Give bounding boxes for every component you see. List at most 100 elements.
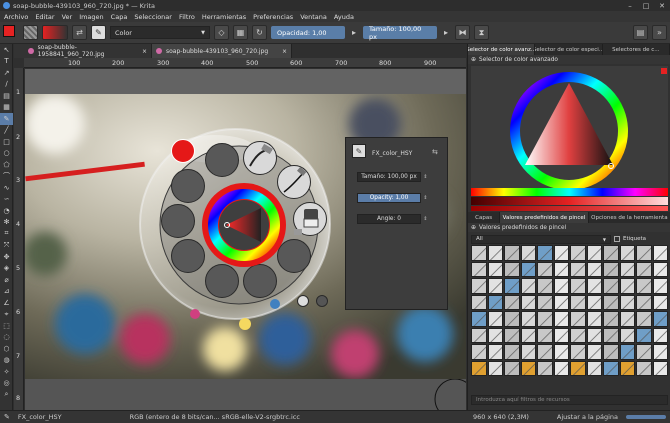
brush-preset-item[interactable] [652, 311, 668, 327]
menu-ventana[interactable]: Ventana [300, 13, 327, 21]
brush-preset-item[interactable] [603, 245, 619, 261]
brush-preset-item[interactable] [504, 360, 520, 376]
recent-color-red[interactable] [171, 139, 195, 163]
brush-preset-item[interactable] [504, 278, 520, 294]
brush-preset-item[interactable] [520, 278, 536, 294]
menu-seleccionar[interactable]: Seleccionar [134, 13, 172, 21]
brush-preset-item[interactable] [570, 294, 586, 310]
brush-preset-item[interactable] [619, 278, 635, 294]
minimize-button[interactable]: – [622, 2, 638, 10]
brush-preset-item[interactable] [619, 327, 635, 343]
brush-preset-item[interactable] [537, 245, 553, 261]
foreground-color-indicator[interactable] [661, 68, 667, 74]
polyline-tool-icon[interactable]: ⌒ [0, 171, 13, 183]
brush-preset-item[interactable] [603, 278, 619, 294]
brush-slot-10[interactable] [243, 264, 277, 298]
zoom-slider[interactable] [626, 415, 666, 419]
angle-spin-icon[interactable]: ⇕ [423, 214, 428, 224]
brush-preset-item[interactable] [487, 360, 503, 376]
menu-editar[interactable]: Editar [35, 13, 54, 21]
brush-preset-item[interactable] [570, 311, 586, 327]
brush-preset-item[interactable] [652, 360, 668, 376]
swap-colors-icon[interactable]: ⇄ [72, 25, 87, 40]
brush-preset-item[interactable] [487, 278, 503, 294]
brush-preset-item[interactable] [504, 245, 520, 261]
calligraphy-icon[interactable]: ∕ [0, 79, 13, 91]
brush-preset-icon[interactable]: ✎ [91, 25, 106, 40]
brush-preset-item[interactable] [636, 261, 652, 277]
color-picker-icon[interactable]: ⌀ [0, 274, 13, 286]
palette-options-button[interactable] [316, 295, 328, 307]
pattern-swatch-button[interactable] [23, 25, 38, 40]
brush-preset-item[interactable] [471, 344, 487, 360]
brush-preset-item[interactable] [537, 327, 553, 343]
freehand-brush-icon[interactable]: ✎ [0, 113, 13, 125]
brush-preset-item[interactable] [537, 344, 553, 360]
brush-preset-item[interactable] [603, 311, 619, 327]
rect-select-icon[interactable]: ⬚ [0, 320, 13, 332]
edit-shapes-icon[interactable]: ↗ [0, 67, 13, 79]
brush-preset-item[interactable] [471, 311, 487, 327]
gradient-fill-icon[interactable]: ▤ [0, 90, 13, 102]
tab-layers[interactable]: Capas [468, 212, 501, 223]
brush-preset-item[interactable] [553, 245, 569, 261]
brush-preset-item[interactable] [471, 245, 487, 261]
more-options-icon[interactable]: » [652, 25, 667, 40]
menu-capa[interactable]: Capa [111, 13, 128, 21]
dock-float-icon[interactable]: ⊕ [471, 56, 476, 63]
move-tool-icon[interactable]: ✥ [0, 251, 13, 263]
brush-preset-item[interactable] [603, 344, 619, 360]
brush-preset-item[interactable] [570, 327, 586, 343]
opacity-spin-icon[interactable]: ⇕ [423, 193, 428, 203]
brush-preset-item[interactable] [586, 327, 602, 343]
mirror-vertical-icon[interactable]: ⧗ [474, 25, 489, 40]
brush-preset-item[interactable] [586, 278, 602, 294]
popup-angle-field[interactable]: Angle: 0 [357, 214, 421, 224]
brush-preset-item[interactable] [553, 261, 569, 277]
brush-preset-item[interactable] [553, 278, 569, 294]
shade-strip[interactable] [471, 206, 668, 211]
brush-preset-item[interactable] [652, 245, 668, 261]
brush-preset-item[interactable] [586, 360, 602, 376]
canvas-area[interactable]: ✎ FX_color_HSY ⇆ Tamaño: 100,00 px ⇕ Opa… [25, 69, 466, 379]
brush-preset-item[interactable] [520, 360, 536, 376]
freehand-path-icon[interactable]: ∽ [0, 194, 13, 206]
preset-settings-icon[interactable]: ⇆ [432, 148, 438, 156]
brush-slot-6[interactable] [293, 202, 327, 236]
brush-preset-item[interactable] [636, 294, 652, 310]
polygon-select-icon[interactable]: ⬡ [0, 343, 13, 355]
brush-preset-item[interactable] [652, 294, 668, 310]
freehand-select-icon[interactable]: ◍ [0, 355, 13, 367]
brush-preset-item[interactable] [636, 245, 652, 261]
ellipse-select-icon[interactable]: ◌ [0, 332, 13, 344]
brush-preset-item[interactable] [553, 294, 569, 310]
brush-preset-item[interactable] [553, 360, 569, 376]
brush-preset-item[interactable] [603, 360, 619, 376]
similar-select-icon[interactable]: ◎ [0, 378, 13, 390]
brush-preset-item[interactable] [553, 344, 569, 360]
dock-float-icon[interactable]: ⊕ [471, 224, 476, 231]
menu-ver[interactable]: Ver [62, 13, 73, 21]
brush-preset-item[interactable] [603, 327, 619, 343]
brush-slot-5[interactable] [161, 204, 195, 238]
brush-preset-item[interactable] [652, 278, 668, 294]
brush-preset-item[interactable] [504, 327, 520, 343]
brush-preset-item[interactable] [520, 344, 536, 360]
brush-preset-item[interactable] [603, 261, 619, 277]
menu-preferencias[interactable]: Preferencias [253, 13, 293, 21]
menu-imagen[interactable]: Imagen [79, 13, 103, 21]
brush-preset-item[interactable] [487, 261, 503, 277]
advanced-color-selector[interactable] [471, 66, 668, 190]
brush-preset-item[interactable] [652, 327, 668, 343]
rectangle-tool-icon[interactable]: □ [0, 136, 13, 148]
tab-advanced-color-selector[interactable]: Selector de color avanz... [468, 44, 536, 55]
menu-herramientas[interactable]: Herramientas [202, 13, 246, 21]
brush-preset-item[interactable] [570, 245, 586, 261]
tab-soap-bubble-439103[interactable]: soap-bubble-439103_960_720.jpg ⨯ [152, 44, 292, 58]
size-lock-icon[interactable]: ▸ [441, 25, 451, 40]
clear-history-button[interactable] [297, 295, 309, 307]
gradient-swatch-button[interactable] [42, 25, 68, 40]
ellipse-tool-icon[interactable]: ○ [0, 148, 13, 160]
brush-preset-item[interactable] [487, 294, 503, 310]
zoom-tool-icon[interactable]: ⌕ [0, 389, 13, 401]
